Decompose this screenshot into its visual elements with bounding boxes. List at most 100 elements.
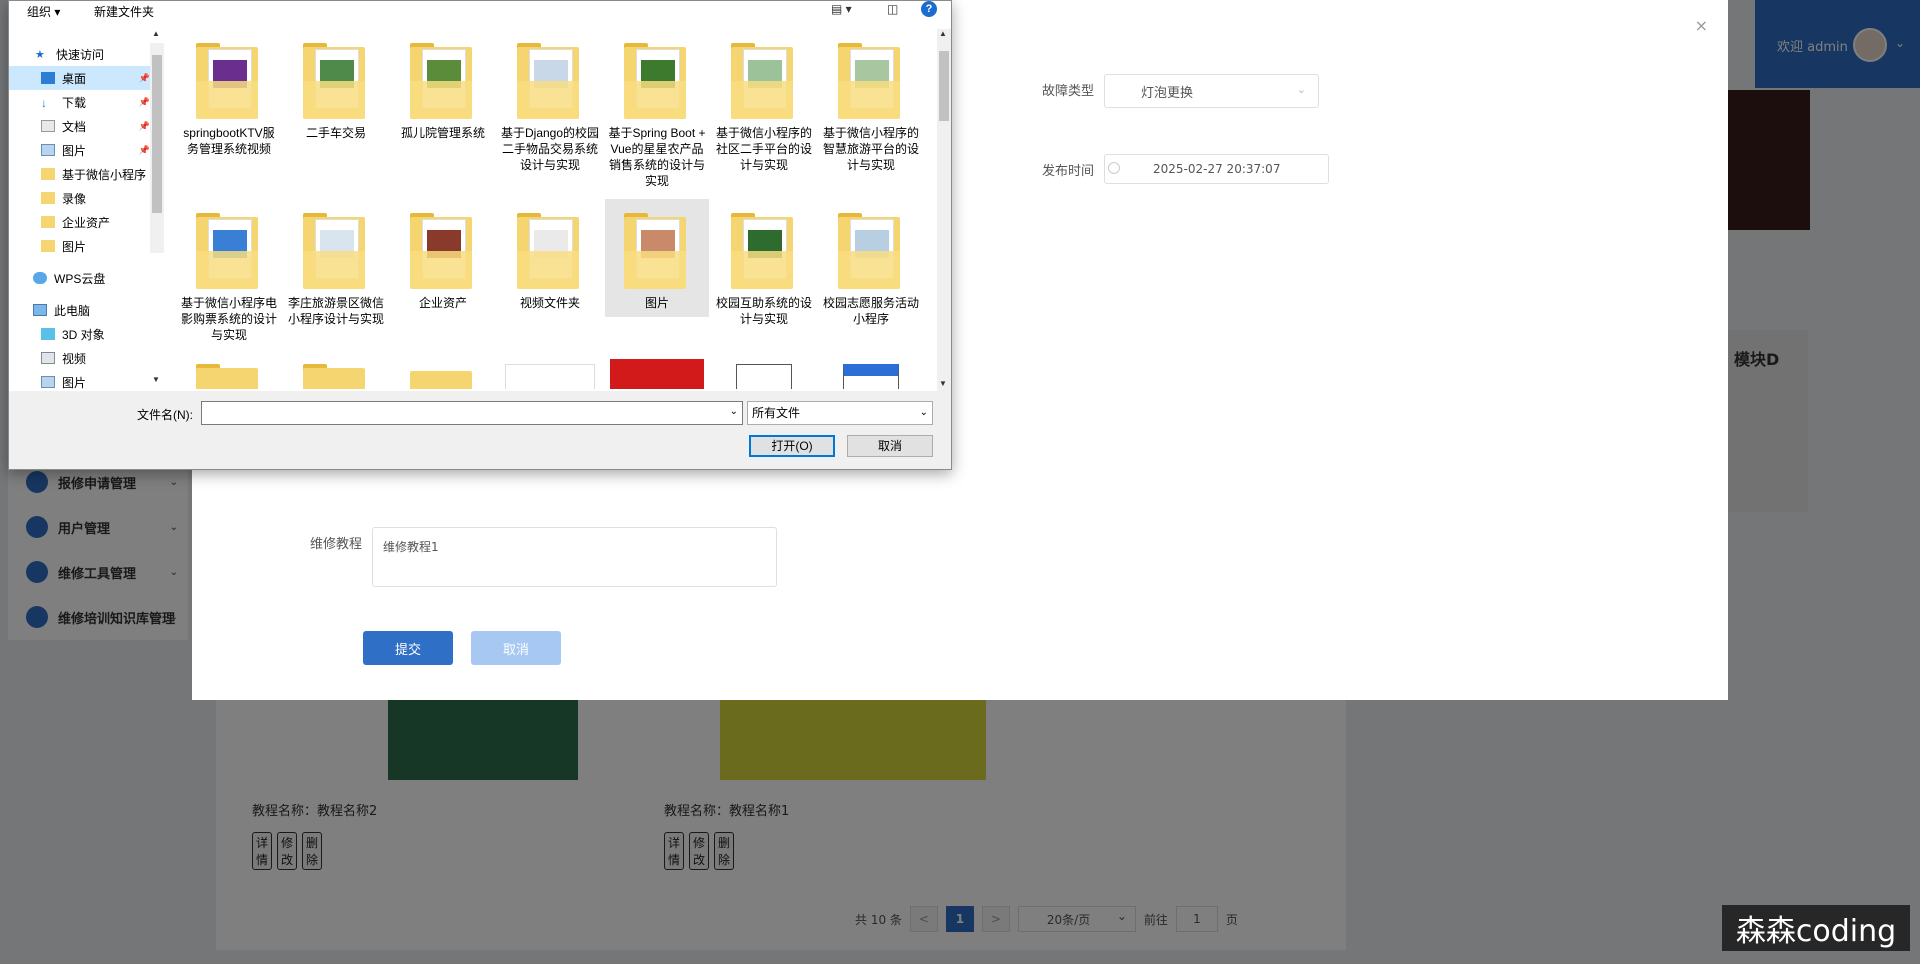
nav-item-this-pc[interactable]: 此电脑 <box>9 298 154 322</box>
folder-icon <box>303 364 369 389</box>
red-image-file-icon <box>610 359 704 389</box>
nav-item-label: 企业资产 <box>62 215 111 230</box>
preview-pane-icon[interactable]: ◫ <box>887 2 898 16</box>
new-folder-button[interactable]: 新建文件夹 <box>94 3 154 20</box>
document-file-icon <box>736 364 792 389</box>
scroll-up-icon[interactable]: ▲ <box>939 29 947 38</box>
star-icon: ★ <box>35 49 45 61</box>
filetype-value: 所有文件 <box>752 406 801 420</box>
cloud-icon <box>33 272 47 284</box>
folder-icon <box>624 43 690 121</box>
nav-item-downloads[interactable]: ↓ 下载 📌 <box>9 90 154 114</box>
folder-name: 视频文件夹 <box>519 296 580 310</box>
folder-item[interactable]: 校园志愿服务活动小程序 <box>819 199 923 327</box>
folder-icon <box>731 43 797 121</box>
nav-item-label: 基于微信小程序 <box>62 167 147 182</box>
publish-time-value: 2025-02-27 20:37:07 <box>1153 162 1281 176</box>
close-icon[interactable]: × <box>1695 16 1708 35</box>
organize-menu[interactable]: 组织 ▾ <box>27 3 60 20</box>
scroll-down-icon[interactable]: ▼ <box>152 375 160 384</box>
file-list-scrollbar[interactable]: ▲ ▼ <box>937 29 951 391</box>
download-icon: ↓ <box>41 96 47 110</box>
pin-icon: 📌 <box>138 120 150 131</box>
view-options-icon[interactable]: ▤ ▾ <box>831 2 852 16</box>
folder-name: 基于Spring Boot + Vue的星星农产品销售系统的设计与实现 <box>608 126 706 188</box>
tutorial-label: 维修教程 <box>310 537 363 552</box>
desktop-icon <box>41 72 55 84</box>
file-dialog-toolbar: 组织 ▾ 新建文件夹 ▤ ▾ ◫ ? <box>9 1 951 21</box>
fault-type-select[interactable]: 灯泡更换 ⌄ <box>1104 74 1319 108</box>
folder-name: 二手车交易 <box>305 126 366 140</box>
nav-item-label: 3D 对象 <box>62 327 105 342</box>
picture-icon <box>41 376 55 388</box>
filename-label: 文件名(N): <box>137 408 193 422</box>
tutorial-textarea[interactable]: 维修教程1 <box>372 527 777 587</box>
cancel-button[interactable]: 取消 <box>471 631 561 665</box>
folder-item[interactable] <box>391 367 495 389</box>
scroll-thumb[interactable] <box>939 51 949 121</box>
filetype-select[interactable]: 所有文件 ⌄ <box>747 401 933 425</box>
file-item[interactable] <box>819 364 923 389</box>
folder-icon <box>41 240 55 252</box>
nav-item-videos[interactable]: 视频 <box>9 346 154 370</box>
nav-item-wps-cloud[interactable]: WPS云盘 <box>9 266 154 290</box>
folder-icon <box>410 43 476 121</box>
scroll-down-icon[interactable]: ▼ <box>939 379 947 388</box>
folder-icon <box>41 216 55 228</box>
file-item[interactable] <box>605 359 709 389</box>
folder-item[interactable]: 基于微信小程序电影购票系统的设计与实现 <box>177 199 281 343</box>
folder-item[interactable]: 图片 <box>605 199 709 317</box>
nav-item-pictures-folder[interactable]: 图片 <box>9 234 154 258</box>
folder-icon <box>303 43 369 121</box>
publish-time-picker[interactable]: 2025-02-27 20:37:07 <box>1104 154 1329 184</box>
file-dialog-footer: 文件名(N): ⌄ 所有文件 ⌄ 打开(O) 取消 <box>9 391 951 469</box>
folder-item[interactable]: springbootKTV服务管理系统视频 <box>177 29 281 157</box>
nav-item-documents[interactable]: 文档 📌 <box>9 114 154 138</box>
folder-item[interactable]: 基于Spring Boot + Vue的星星农产品销售系统的设计与实现 <box>605 29 709 189</box>
nav-item-enterprise-assets[interactable]: 企业资产 <box>9 210 154 234</box>
navigation-pane: ★ 快速访问 桌面 📌 ↓ 下载 📌 文档 📌 图片 📌 基于微信小程序 录像 … <box>9 29 164 390</box>
nav-scrollbar[interactable]: ▲ ▼ <box>150 29 164 384</box>
publish-time-label: 发布时间 <box>1042 164 1095 179</box>
nav-item-recordings[interactable]: 录像 <box>9 186 154 210</box>
folder-item[interactable]: 二手车交易 <box>284 29 388 141</box>
help-icon[interactable]: ? <box>921 1 937 17</box>
folder-item[interactable] <box>177 364 281 389</box>
folder-name: 图片 <box>644 296 669 310</box>
folder-icon <box>196 364 262 389</box>
pin-icon: 📌 <box>138 72 150 83</box>
chevron-down-icon[interactable]: ⌄ <box>730 406 738 417</box>
folder-icon <box>517 213 583 291</box>
folder-item[interactable]: 基于微信小程序的智慧旅游平台的设计与实现 <box>819 29 923 173</box>
nav-item-label: 此电脑 <box>54 303 91 318</box>
nav-item-desktop[interactable]: 桌面 📌 <box>9 66 154 90</box>
nav-item-label: 图片 <box>62 239 87 254</box>
folder-item[interactable] <box>284 364 388 389</box>
folder-item[interactable]: 校园互助系统的设计与实现 <box>712 199 816 327</box>
folder-item[interactable]: 孤儿院管理系统 <box>391 29 495 141</box>
nav-item-label: 录像 <box>62 191 87 206</box>
cancel-button[interactable]: 取消 <box>847 435 933 457</box>
folder-name: 基于微信小程序电影购票系统的设计与实现 <box>180 296 277 342</box>
folder-item[interactable]: 企业资产 <box>391 199 495 311</box>
nav-item-pictures[interactable]: 图片 📌 <box>9 138 154 162</box>
folder-item[interactable]: 基于微信小程序的社区二手平台的设计与实现 <box>712 29 816 173</box>
folder-name: 基于微信小程序的社区二手平台的设计与实现 <box>715 126 812 172</box>
computer-icon <box>33 304 47 316</box>
nav-item-wechat-folder[interactable]: 基于微信小程序 <box>9 162 154 186</box>
file-item[interactable] <box>712 364 816 389</box>
scroll-up-icon[interactable]: ▲ <box>152 29 160 38</box>
scroll-thumb[interactable] <box>152 55 162 213</box>
folder-item[interactable]: 李庄旅游景区微信小程序设计与实现 <box>284 199 388 327</box>
file-item[interactable] <box>498 364 602 389</box>
folder-item[interactable]: 基于Django的校园二手物品交易系统设计与实现 <box>498 29 602 173</box>
open-button[interactable]: 打开(O) <box>749 435 835 457</box>
nav-item-label: 视频 <box>62 351 87 366</box>
folder-name: 企业资产 <box>418 296 467 310</box>
folder-icon <box>624 213 690 291</box>
filename-input[interactable]: ⌄ <box>201 401 743 425</box>
folder-item[interactable]: 视频文件夹 <box>498 199 602 311</box>
submit-button[interactable]: 提交 <box>363 631 453 665</box>
nav-item-3d-objects[interactable]: 3D 对象 <box>9 322 154 346</box>
nav-item-quick-access[interactable]: ★ 快速访问 <box>9 42 154 66</box>
